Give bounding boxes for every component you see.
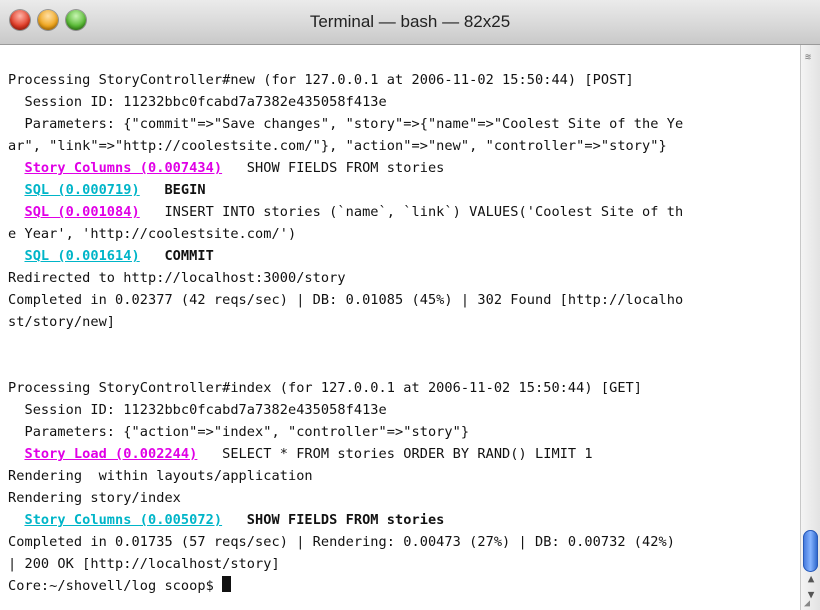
terminal-line: SQL (0.000719) BEGIN [8, 179, 206, 201]
scroll-up-icon[interactable]: ▲ [805, 572, 817, 586]
log-text: Parameters: {"commit"=>"Save changes", "… [8, 116, 684, 132]
log-text: Core:~/shovell/log scoop$ [8, 578, 223, 594]
terminal-line: Session ID: 11232bbc0fcabd7a7382e435058f… [8, 91, 387, 113]
log-highlight: BEGIN [164, 182, 206, 198]
log-highlight: Story Columns (0.005072) [24, 512, 223, 528]
log-text: SHOW FIELDS FROM stories [222, 160, 445, 176]
log-text: Session ID: 11232bbc0fcabd7a7382e435058f… [8, 402, 387, 418]
log-text: Session ID: 11232bbc0fcabd7a7382e435058f… [8, 94, 387, 110]
terminal-line: Core:~/shovell/log scoop$ [8, 575, 232, 597]
terminal-window: Terminal — bash — 82x25 Processing Story… [0, 0, 820, 610]
terminal-line: ar", "link"=>"http://coolestsite.com/"},… [8, 135, 667, 157]
terminal-line: Story Load (0.002244) SELECT * FROM stor… [8, 443, 593, 465]
log-text: Processing StoryController#index (for 12… [8, 380, 643, 396]
log-text: Completed in 0.01735 (57 reqs/sec) | Ren… [8, 534, 675, 550]
text-cursor [222, 576, 232, 592]
terminal-line: Rendering story/index [8, 487, 181, 509]
log-text: INSERT INTO stories (`name`, `link`) VAL… [139, 204, 684, 220]
log-text: Processing StoryController#new (for 127.… [8, 72, 634, 88]
terminal-line: | 200 OK [http://localhost/story] [8, 553, 280, 575]
log-text: st/story/new] [8, 314, 116, 330]
terminal-line: SQL (0.001084) INSERT INTO stories (`nam… [8, 201, 683, 223]
terminal-line: Processing StoryController#index (for 12… [8, 377, 642, 399]
log-text: e Year', 'http://coolestsite.com/') [8, 226, 297, 242]
log-highlight: Story Columns (0.007434) [24, 160, 223, 176]
log-highlight: Story Load (0.002244) [24, 446, 198, 462]
terminal-line: Parameters: {"commit"=>"Save changes", "… [8, 113, 683, 135]
terminal-line: Completed in 0.02377 (42 reqs/sec) | DB:… [8, 289, 683, 311]
scrollbar-thumb[interactable] [803, 530, 818, 572]
log-highlight: SQL (0.000719) [24, 182, 140, 198]
terminal-line: Rendering within layouts/application [8, 465, 313, 487]
log-text: Redirected to http://localhost:3000/stor… [8, 270, 346, 286]
log-text: Rendering story/index [8, 490, 181, 506]
log-highlight: SQL (0.001614) [24, 248, 140, 264]
log-highlight: SHOW FIELDS FROM stories [246, 512, 445, 528]
log-text: | 200 OK [http://localhost/story] [8, 556, 280, 572]
terminal-line: Story Columns (0.005072) SHOW FIELDS FRO… [8, 509, 444, 531]
terminal-line: e Year', 'http://coolestsite.com/') [8, 223, 296, 245]
terminal-line: Redirected to http://localhost:3000/stor… [8, 267, 346, 289]
split-grip-icon[interactable]: ≋ [805, 52, 817, 64]
title-bar[interactable]: Terminal — bash — 82x25 [0, 0, 820, 45]
log-highlight: COMMIT [164, 248, 214, 264]
terminal-line: Story Columns (0.007434) SHOW FIELDS FRO… [8, 157, 444, 179]
log-text: Parameters: {"action"=>"index", "control… [8, 424, 470, 440]
terminal-line: Processing StoryController#new (for 127.… [8, 69, 634, 91]
terminal-line: Session ID: 11232bbc0fcabd7a7382e435058f… [8, 399, 387, 421]
terminal-output[interactable]: Processing StoryController#new (for 127.… [0, 45, 800, 610]
log-text: Completed in 0.02377 (42 reqs/sec) | DB:… [8, 292, 684, 308]
log-text: Rendering within layouts/application [8, 468, 313, 484]
terminal-line: Parameters: {"action"=>"index", "control… [8, 421, 469, 443]
terminal-line: SQL (0.001614) COMMIT [8, 245, 214, 267]
log-text: ar", "link"=>"http://coolestsite.com/"},… [8, 138, 667, 154]
log-text: SELECT * FROM stories ORDER BY RAND() LI… [197, 446, 593, 462]
vertical-scrollbar[interactable] [800, 45, 820, 610]
resize-grip-icon[interactable]: ◢ [804, 598, 816, 609]
window-title: Terminal — bash — 82x25 [309, 12, 511, 31]
terminal-line: st/story/new] [8, 311, 115, 333]
log-highlight: SQL (0.001084) [24, 204, 140, 220]
terminal-line: Completed in 0.01735 (57 reqs/sec) | Ren… [8, 531, 675, 553]
